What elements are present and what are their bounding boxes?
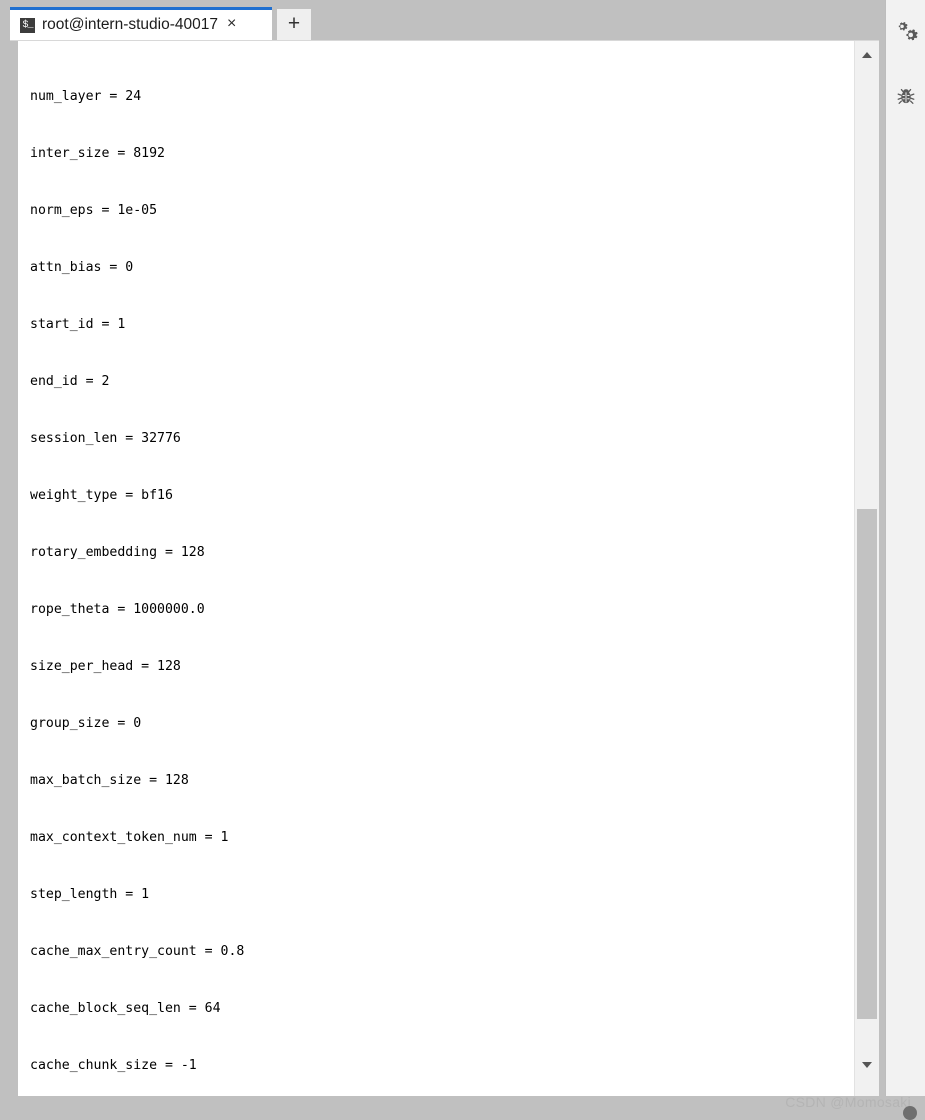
scroll-up-arrow-icon[interactable] [855,45,879,65]
console-line: norm_eps = 1e-05 [30,203,158,218]
console-line: end_id = 2 [30,374,110,389]
console-line: weight_type = bf16 [30,488,173,503]
tab-title: root@intern-studio-40017 [42,16,219,33]
console-line: num_layer = 24 [30,89,142,104]
watermark: CSDN @Momosaki [785,1094,911,1110]
settings-icon[interactable] [892,18,920,46]
tab-strip: $_ root@intern-studio-40017 × + [10,4,879,40]
console-line: max_context_token_num = 1 [30,830,229,845]
status-dot [903,1106,917,1120]
console-line: step_length = 1 [30,887,150,902]
scrollbar-thumb[interactable] [857,509,877,1019]
tool-rail [885,0,925,1096]
scroll-down-arrow-icon[interactable] [855,1055,879,1075]
console-line: session_len = 32776 [30,431,181,446]
vertical-scrollbar[interactable] [854,41,879,1097]
left-gutter [10,41,18,1096]
console-line: group_size = 0 [30,716,142,731]
app-root: $_ root@intern-studio-40017 × + num_laye… [0,0,925,1120]
tab-root-intern-studio[interactable]: $_ root@intern-studio-40017 × [10,7,272,40]
console-line: max_batch_size = 128 [30,773,189,788]
new-tab-button[interactable]: + [277,9,311,40]
terminal-window: $_ root@intern-studio-40017 × + num_laye… [10,4,879,1097]
console-line: attn_bias = 0 [30,260,134,275]
terminal-icon: $_ [20,17,35,33]
console-line: rope_theta = 1000000.0 [30,602,205,617]
console-line: rotary_embedding = 128 [30,545,205,560]
bug-icon[interactable] [892,82,920,110]
console-line: cache_max_entry_count = 0.8 [30,944,245,959]
close-icon[interactable]: × [225,16,238,34]
console-output[interactable]: num_layer = 24 inter_size = 8192 norm_ep… [18,41,854,1096]
console-line: start_id = 1 [30,317,126,332]
terminal-body: num_layer = 24 inter_size = 8192 norm_ep… [10,40,879,1097]
console-line: cache_block_seq_len = 64 [30,1001,221,1016]
console-line: size_per_head = 128 [30,659,181,674]
console-line: inter_size = 8192 [30,146,165,161]
console-line: cache_chunk_size = -1 [30,1058,197,1073]
